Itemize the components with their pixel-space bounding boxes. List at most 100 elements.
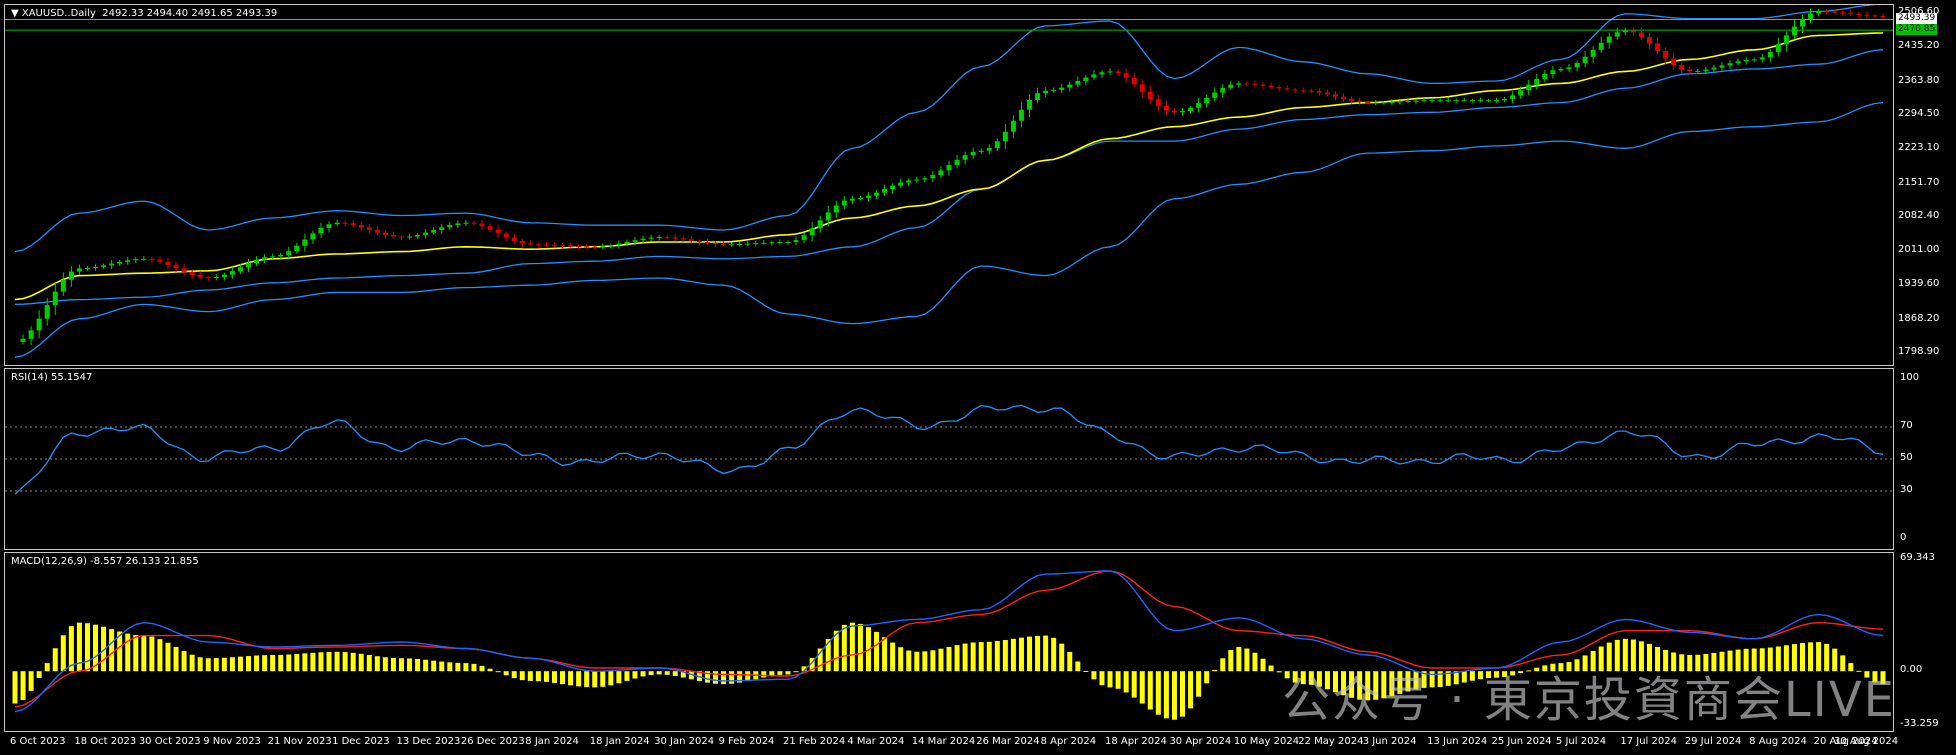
candle-body bbox=[1590, 49, 1596, 57]
candle-body bbox=[229, 271, 235, 275]
macd-histogram-bar bbox=[898, 647, 904, 672]
macd-histogram-bar bbox=[213, 658, 219, 672]
date-tick-label: 10 May 2024 bbox=[1233, 736, 1300, 747]
candle-body bbox=[318, 228, 324, 234]
macd-histogram-bar bbox=[1131, 671, 1137, 698]
macd-histogram-bar bbox=[914, 651, 920, 672]
macd-histogram-bar bbox=[1091, 671, 1097, 680]
candle-body bbox=[101, 265, 107, 267]
candle-body bbox=[930, 175, 936, 179]
candle-body bbox=[809, 228, 815, 236]
candle-body bbox=[1163, 105, 1169, 111]
macd-histogram-bar bbox=[793, 671, 799, 673]
candle-body bbox=[455, 223, 461, 226]
candle-body bbox=[1558, 69, 1564, 71]
candle-body bbox=[1783, 35, 1789, 45]
macd-histogram-bar bbox=[310, 652, 316, 672]
candle-body bbox=[825, 212, 831, 221]
candle-body bbox=[334, 222, 340, 225]
candle-body bbox=[1300, 90, 1306, 92]
candle-body bbox=[914, 179, 920, 181]
macd-histogram-bar bbox=[640, 671, 646, 677]
rsi-pane[interactable]: RSI(14) 55.1547 bbox=[4, 368, 1894, 550]
candle-body bbox=[1147, 91, 1153, 100]
candle-body bbox=[624, 241, 630, 244]
macd-histogram-bar bbox=[527, 671, 533, 681]
macd-histogram-bar bbox=[1035, 635, 1041, 672]
bollinger-middle-line bbox=[14, 49, 1884, 306]
date-axis[interactable]: 6 Oct 2023 18 Oct 2023 30 Oct 2023 9 Nov 20… bbox=[4, 733, 1898, 755]
candle-body bbox=[125, 260, 131, 262]
rsi-axis[interactable]: 100 70 50 30 0 bbox=[1894, 368, 1956, 550]
candle-body bbox=[1389, 101, 1395, 103]
date-tick-label: 22 May 2024 bbox=[1298, 736, 1364, 747]
macd-histogram-bar bbox=[221, 657, 227, 672]
candle-body bbox=[1212, 92, 1218, 98]
candle-body bbox=[777, 242, 783, 244]
macd-histogram-bar bbox=[1204, 671, 1210, 684]
macd-histogram-bar bbox=[1067, 651, 1073, 672]
candle-body bbox=[1534, 78, 1540, 85]
candle-body bbox=[1638, 32, 1644, 37]
candle-body bbox=[310, 233, 316, 240]
candle-body bbox=[1687, 69, 1693, 72]
macd-histogram-bar bbox=[745, 671, 751, 682]
macd-histogram-bar bbox=[1018, 637, 1024, 672]
macd-histogram-bar bbox=[415, 659, 421, 672]
candle-body bbox=[221, 274, 227, 278]
macd-histogram-bar bbox=[390, 657, 396, 672]
candle-body bbox=[423, 232, 429, 235]
macd-axis[interactable]: 69.343 0.00 -33.259 bbox=[1894, 552, 1956, 732]
macd-histogram-bar bbox=[141, 635, 147, 672]
candle-body bbox=[890, 185, 896, 190]
candle-body bbox=[1502, 98, 1508, 101]
candle-body bbox=[1880, 15, 1886, 17]
candle-body bbox=[568, 245, 574, 247]
candle-body bbox=[1808, 13, 1814, 19]
candle-body bbox=[1469, 100, 1475, 102]
candle-body bbox=[560, 245, 566, 247]
date-tick-label: 29 Jul 2024 bbox=[1684, 736, 1742, 747]
macd-histogram-bar bbox=[1163, 671, 1169, 719]
price-pane[interactable]: ▼ XAUUSD..Daily 2492.33 2494.40 2491.65 … bbox=[4, 4, 1894, 366]
candle-body bbox=[278, 254, 284, 257]
macd-histogram-bar bbox=[12, 671, 18, 704]
candle-body bbox=[1018, 109, 1024, 121]
date-tick-label: 13 Jun 2024 bbox=[1427, 736, 1488, 747]
candle-body bbox=[664, 237, 670, 239]
candle-body bbox=[1550, 70, 1556, 74]
price-tick-label: 2011.00 bbox=[1898, 244, 1940, 256]
candle-body bbox=[1848, 12, 1854, 14]
candle-body bbox=[1614, 32, 1620, 37]
candle-body bbox=[1107, 71, 1113, 73]
price-tick-label: 1939.60 bbox=[1898, 278, 1940, 290]
candle-body bbox=[745, 243, 751, 245]
price-chart-svg bbox=[5, 5, 1893, 358]
candle-body bbox=[543, 244, 549, 246]
macd-histogram-bar bbox=[165, 642, 171, 672]
macd-histogram-bar bbox=[479, 665, 485, 672]
macd-histogram-bar bbox=[350, 652, 356, 672]
macd-histogram-bar bbox=[1268, 665, 1274, 672]
candle-body bbox=[1759, 57, 1765, 60]
candle-body bbox=[197, 275, 203, 278]
candle-body bbox=[986, 148, 992, 151]
macd-histogram-bar bbox=[600, 671, 606, 687]
candle-body bbox=[1799, 18, 1805, 27]
macd-histogram-bar bbox=[1171, 671, 1177, 720]
macd-histogram-bar bbox=[1196, 671, 1202, 697]
macd-histogram-bar bbox=[938, 648, 944, 672]
macd-histogram-bar bbox=[857, 623, 863, 672]
candle-body bbox=[1526, 84, 1532, 91]
macd-histogram-bar bbox=[471, 663, 477, 672]
macd-histogram-bar bbox=[1107, 671, 1113, 688]
candle-body bbox=[946, 165, 952, 171]
macd-histogram-bar bbox=[60, 635, 66, 672]
macd-histogram-bar bbox=[1228, 650, 1234, 672]
candle-body bbox=[527, 243, 533, 245]
date-tick-label: 18 Apr 2024 bbox=[1105, 736, 1167, 747]
date-tick-label: 25 Jun 2024 bbox=[1491, 736, 1552, 747]
macd-histogram-bar bbox=[1155, 671, 1161, 715]
price-axis[interactable]: 2506.60 2435.20 2363.80 2294.50 2223.10 2151.… bbox=[1894, 4, 1956, 366]
candle-body bbox=[157, 259, 163, 262]
